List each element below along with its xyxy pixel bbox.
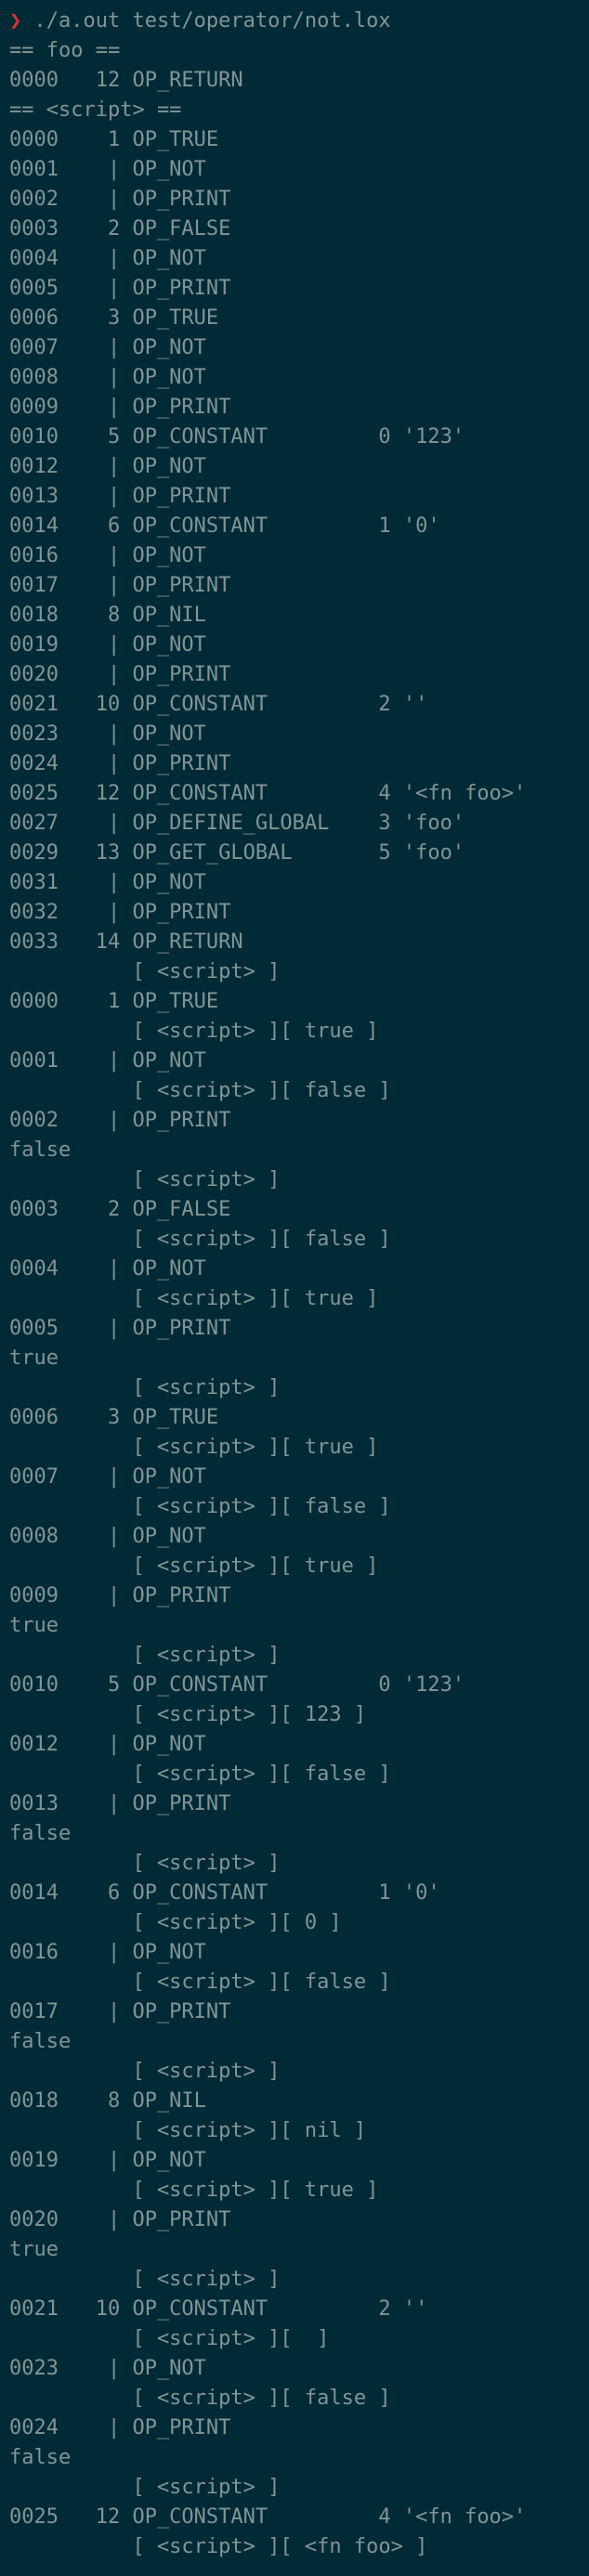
- output-line: 0021 10 OP_CONSTANT 2 '': [9, 693, 428, 716]
- output-line: [ <script> ][ true ]: [9, 2179, 379, 2202]
- output-line: 0005 | OP_PRINT: [9, 1317, 231, 1340]
- output-line: [ <script> ][ false ]: [9, 2387, 391, 2410]
- output-line: [ <script> ]: [9, 1376, 281, 1399]
- output-line: 0018 8 OP_NIL: [9, 604, 206, 627]
- output-line: 0024 | OP_PRINT: [9, 752, 231, 775]
- output-line: 0016 | OP_NOT: [9, 1941, 206, 1964]
- output-line: 0012 | OP_NOT: [9, 1733, 206, 1756]
- output-line: 0029 13 OP_GET_GLOBAL 5 'foo': [9, 841, 465, 865]
- output-line: 0031 | OP_NOT: [9, 871, 206, 894]
- output-line: 0002 | OP_PRINT: [9, 188, 231, 211]
- output-line: 0009 | OP_PRINT: [9, 396, 231, 419]
- output-line: 0005 | OP_PRINT: [9, 277, 231, 300]
- output-line: 0025 12 OP_CONSTANT 4 '<fn foo>': [9, 2505, 527, 2529]
- output-line: [ <script> ]: [9, 2476, 281, 2499]
- terminal-output: == foo == 0000 12 OP_RETURN == <script> ==…: [9, 36, 589, 2562]
- output-line: [ <script> ][ 123 ]: [9, 1703, 367, 1726]
- output-line: 0006 3 OP_TRUE: [9, 306, 219, 330]
- prompt-line: ❯ ./a.out test/operator/not.lox: [9, 7, 589, 36]
- output-line: [ <script> ]: [9, 1644, 281, 1667]
- output-line: 0033 14 OP_RETURN: [9, 930, 243, 954]
- output-line: false: [9, 2030, 72, 2053]
- output-line: [ <script> ]: [9, 1852, 281, 1875]
- output-line: == <script> ==: [9, 98, 182, 122]
- output-line: false: [9, 1138, 72, 1162]
- output-line: true: [9, 2238, 59, 2261]
- output-line: 0010 5 OP_CONSTANT 0 '123': [9, 1673, 465, 1697]
- output-line: 0019 | OP_NOT: [9, 633, 206, 657]
- output-line: 0020 | OP_PRINT: [9, 663, 231, 686]
- output-line: 0013 | OP_PRINT: [9, 485, 231, 508]
- output-line: [ <script> ][ false ]: [9, 1228, 391, 1251]
- output-line: 0004 | OP_NOT: [9, 247, 206, 270]
- output-line: [ <script> ]: [9, 1168, 281, 1191]
- output-line: 0014 6 OP_CONSTANT 1 '0': [9, 514, 440, 538]
- output-line: 0019 | OP_NOT: [9, 2149, 206, 2172]
- output-line: [ <script> ][ true ]: [9, 1436, 379, 1459]
- output-line: 0007 | OP_NOT: [9, 336, 206, 359]
- output-line: [ <script> ][ false ]: [9, 1971, 391, 1994]
- output-line: 0000 12 OP_RETURN: [9, 69, 243, 92]
- output-line: 0006 3 OP_TRUE: [9, 1406, 219, 1429]
- output-line: 0002 | OP_PRINT: [9, 1109, 231, 1132]
- output-line: 0003 2 OP_FALSE: [9, 217, 231, 241]
- output-line: 0008 | OP_NOT: [9, 366, 206, 389]
- output-line: [ <script> ][ true ]: [9, 1287, 379, 1310]
- output-line: [ <script> ][ false ]: [9, 1495, 391, 1518]
- output-line: [ <script> ][ true ]: [9, 1020, 379, 1043]
- output-line: 0017 | OP_PRINT: [9, 574, 231, 597]
- output-line: [ <script> ][ nil ]: [9, 2119, 367, 2142]
- output-line: [ <script> ]: [9, 2268, 281, 2291]
- output-line: 0013 | OP_PRINT: [9, 1792, 231, 1815]
- output-line: true: [9, 1347, 59, 1370]
- output-line: 0017 | OP_PRINT: [9, 2000, 231, 2023]
- output-line: [ <script> ]: [9, 2060, 281, 2083]
- output-line: == foo ==: [9, 39, 121, 62]
- output-line: [ <script> ][ 0 ]: [9, 1911, 342, 1934]
- output-line: [ <script> ][ true ]: [9, 1555, 379, 1578]
- output-line: 0021 10 OP_CONSTANT 2 '': [9, 2297, 428, 2321]
- output-line: false: [9, 2446, 72, 2469]
- output-line: 0001 | OP_NOT: [9, 1049, 206, 1073]
- output-line: 0014 6 OP_CONSTANT 1 '0': [9, 1881, 440, 1905]
- output-line: [ <script> ][ false ]: [9, 1763, 391, 1786]
- output-line: 0023 | OP_NOT: [9, 2357, 206, 2380]
- output-line: [ <script> ][ <fn foo> ]: [9, 2535, 428, 2558]
- output-line: 0027 | OP_DEFINE_GLOBAL 3 'foo': [9, 812, 465, 835]
- output-line: [ <script> ][ ]: [9, 2327, 330, 2350]
- output-line: 0008 | OP_NOT: [9, 1525, 206, 1548]
- output-line: 0032 | OP_PRINT: [9, 901, 231, 924]
- output-line: 0001 | OP_NOT: [9, 158, 206, 181]
- terminal-window[interactable]: ❯ ./a.out test/operator/not.lox == foo =…: [0, 0, 589, 2576]
- output-line: 0016 | OP_NOT: [9, 544, 206, 567]
- output-line: 0023 | OP_NOT: [9, 722, 206, 746]
- output-line: true: [9, 1614, 59, 1637]
- output-line: 0020 | OP_PRINT: [9, 2208, 231, 2231]
- output-line: 0003 2 OP_FALSE: [9, 1198, 231, 1221]
- output-line: 0007 | OP_NOT: [9, 1465, 206, 1489]
- output-line: 0024 | OP_PRINT: [9, 2416, 231, 2439]
- output-line: [ <script> ][ false ]: [9, 1079, 391, 1102]
- prompt-command: ./a.out test/operator/not.lox: [21, 9, 391, 33]
- output-line: [ <script> ]: [9, 960, 281, 983]
- output-line: 0025 12 OP_CONSTANT 4 '<fn foo>': [9, 782, 527, 805]
- output-line: 0010 5 OP_CONSTANT 0 '123': [9, 425, 465, 449]
- prompt-chevron-icon: ❯: [9, 9, 22, 33]
- output-line: 0018 8 OP_NIL: [9, 2089, 206, 2113]
- output-line: 0000 1 OP_TRUE: [9, 128, 219, 151]
- output-line: 0000 1 OP_TRUE: [9, 990, 219, 1013]
- output-line: false: [9, 1822, 72, 1845]
- output-line: 0004 | OP_NOT: [9, 1257, 206, 1281]
- output-line: 0012 | OP_NOT: [9, 455, 206, 478]
- output-line: 0009 | OP_PRINT: [9, 1584, 231, 1607]
